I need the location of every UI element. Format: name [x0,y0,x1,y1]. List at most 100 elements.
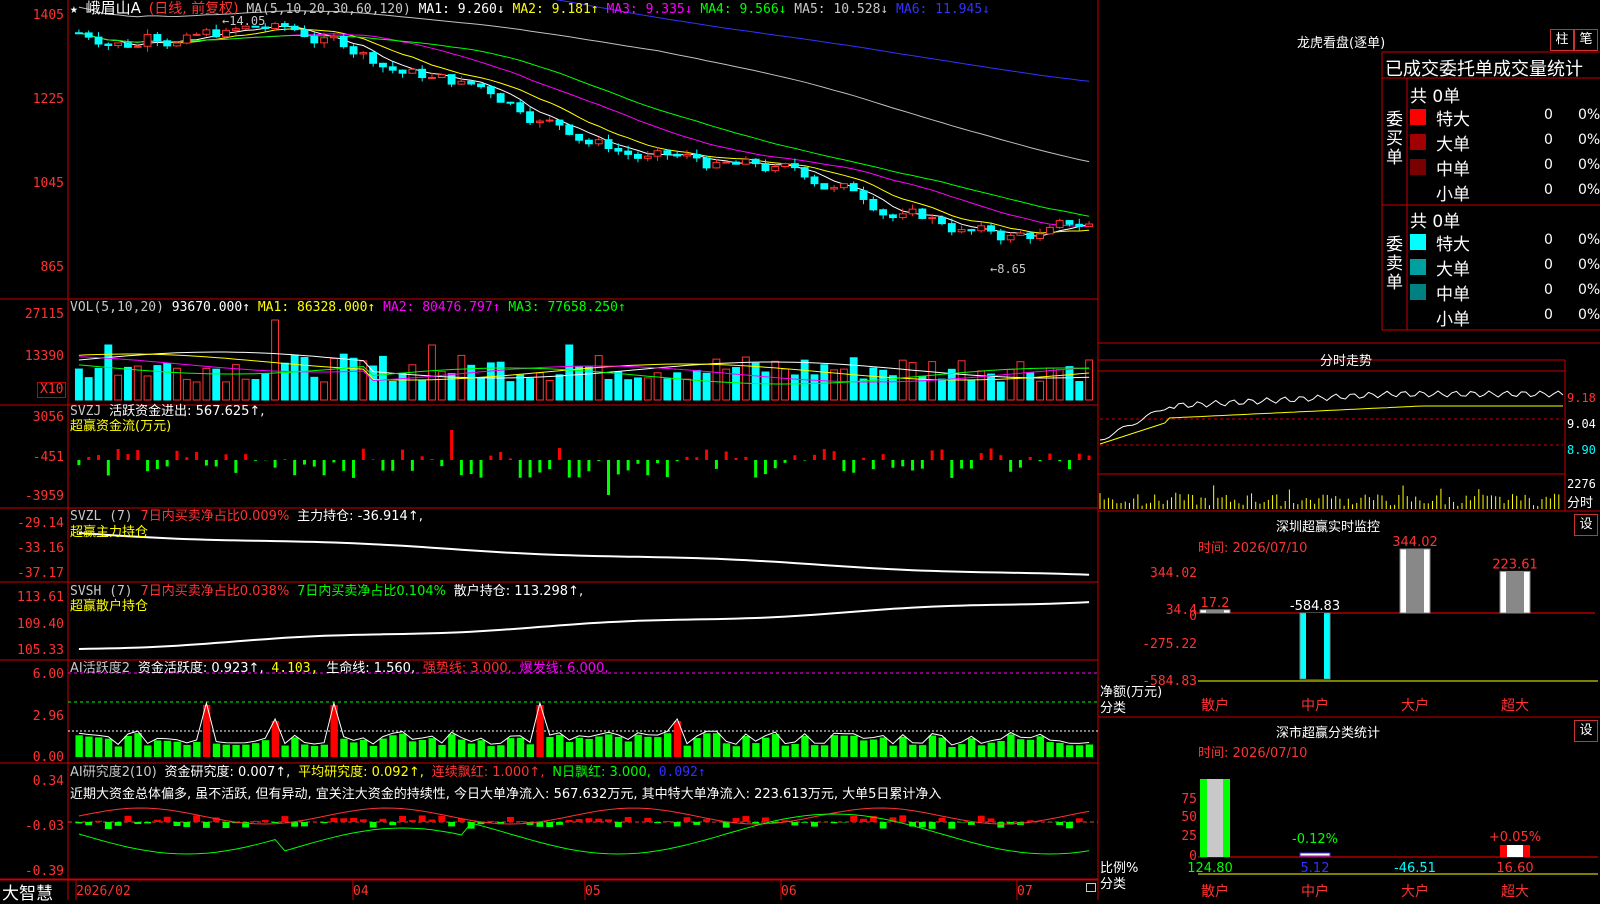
research-bar [899,815,906,822]
research-bar [546,822,553,827]
ai-active-burst: 爆发线: 6.000, [520,661,609,676]
volume-bar [1046,368,1053,400]
buy-order-row: 小单00% [1410,180,1600,202]
research-bar [860,819,867,822]
sz-class-ylabel2: 分类 [1100,873,1126,892]
svzj-subtitle: 超赢资金流(万元) [70,419,171,434]
bar-mode-button[interactable]: 柱 [1550,29,1574,51]
research-bar [134,822,141,824]
sz-class-axis: 25 [1125,829,1197,844]
intraday-price-line [1100,391,1563,440]
svzj-axis-label: -451 [0,450,64,465]
sz-monitor-time: 时间: 2026/07/10 [1198,537,1307,556]
candle-body [948,224,955,232]
volume-bar [478,378,485,400]
ma-line-4 [79,33,1089,216]
volume-ma-line [79,354,1089,380]
activity-bar [1056,743,1063,757]
research-bar [733,818,740,822]
volume-bar [105,345,112,400]
candle-body [409,69,416,73]
activity-bar [556,735,563,757]
sell-order-count: 0 [1544,282,1553,298]
research-bar [105,822,112,829]
activity-bar [360,740,367,757]
activity-bar [684,746,691,757]
volume-bar [380,356,387,400]
activity-bar [350,742,357,757]
candle-body [693,154,700,157]
stock-name[interactable]: 峨眉山A [86,0,141,17]
activity-bar [772,734,779,757]
volume-bar [252,380,259,400]
volume-bar [507,382,514,400]
candle-body [880,210,887,215]
buy-order-name: 特大 [1436,105,1470,130]
sz-monitor-bar-shade [1306,613,1324,679]
research-bar [517,821,524,822]
candle-body [85,33,92,37]
activity-bar [605,734,612,757]
candle-body [203,30,210,34]
activity-bar [458,740,465,757]
volume-bar [546,380,553,400]
volume-bar [674,373,681,400]
volume-bar [811,375,818,400]
sz-class-settings-button[interactable]: 设 [1574,720,1598,742]
buy-order-row: 大单00% [1410,130,1600,152]
research-bar [144,822,151,823]
research-bar [742,816,749,822]
candle-body [801,168,808,177]
ai-active-header: AI活跃度2 资金活跃度: 0.923↑, 4.103, 生命线: 1.560,… [70,661,609,676]
volume-bar [1086,360,1093,400]
lock-icon[interactable] [1086,883,1096,892]
candle-body [478,84,485,87]
candle-body [517,103,524,112]
sz-monitor-settings-button[interactable]: 设 [1574,514,1598,536]
activity-bar [164,741,171,757]
ai-research-axis-label: 0.34 [0,774,64,789]
activity-bar [870,740,877,757]
research-bar [409,820,416,822]
activity-bar [468,744,475,757]
activity-bar [713,733,720,757]
activity-bar [762,738,769,757]
activity-bar [693,738,700,757]
ai-research-last: 0.092↑ [659,765,706,780]
candle-body [438,75,445,78]
research-bar [252,821,259,822]
research-bar [321,822,328,823]
candle-body [595,140,602,144]
lhkp-tabs[interactable]: 已成交委托单成交量统计 [1385,55,1583,81]
favorite-star-icon[interactable]: ★ [70,2,78,17]
activity-bar [791,744,798,757]
ma6-value: MA6: 11.945↓ [896,2,990,17]
intraday-title[interactable]: 分时走势 [1320,350,1372,369]
activity-bar [997,741,1004,757]
volume-bar [1056,370,1063,400]
ma-params: MA(5,10,20,30,60,120) [246,2,410,17]
brand-label[interactable]: 大智慧 [2,879,53,904]
research-bar [1076,818,1083,822]
sell-order-count: 0 [1544,257,1553,273]
intraday-axis-label: 9.04 [1567,417,1596,431]
research-bar [752,822,759,823]
volume-bar [899,360,906,400]
tick-mode-button[interactable]: 笔 [1574,29,1598,51]
sz-monitor-category: 大户 [1401,697,1429,714]
volume-bar [183,379,190,400]
activity-bar [546,737,553,757]
price-panel-header: ★ 峨眉山A (日线, 前复权) MA(5,10,20,30,60,120) M… [70,1,990,17]
vol-title: VOL(5,10,20) [70,300,164,315]
candle-body [1066,221,1073,225]
sz-monitor-category: 散户 [1201,697,1229,714]
main-force-hold-line [79,533,1089,575]
activity-bar [429,738,436,757]
activity-bar [291,737,298,757]
svzl-axis-label: -29.14 [0,516,64,531]
volume-bar [821,365,828,400]
sz-monitor-bar-shade [1406,549,1424,613]
research-bar [1066,822,1073,828]
activity-bar [831,735,838,757]
candle-body [615,149,622,152]
